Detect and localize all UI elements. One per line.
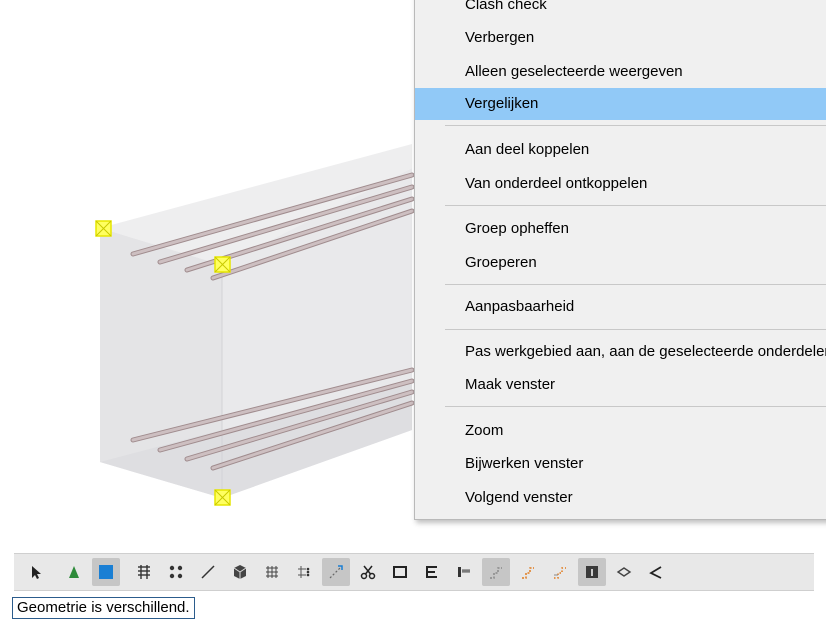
menu-separator [445, 329, 826, 330]
menu-item-alleen-geselecteerde[interactable]: Alleen geselecteerde weergeven [415, 56, 826, 88]
menu-item-groeperen[interactable]: Groeperen [415, 247, 826, 279]
layers-icon[interactable] [610, 558, 638, 586]
step-orange-icon[interactable] [514, 558, 542, 586]
menu-item-aanpasbaarheid[interactable]: Aanpasbaarheid [415, 291, 826, 323]
mesh-icon[interactable] [258, 558, 286, 586]
selection-handle-2-icon [214, 256, 231, 273]
menu-item-aan-deel-koppelen[interactable]: Aan deel koppelen [415, 134, 826, 166]
scissors-icon[interactable] [354, 558, 382, 586]
menu-item-verbergen[interactable]: Verbergen [415, 22, 826, 54]
green-triangle-icon[interactable] [60, 558, 88, 586]
menu-item-pas-werkgebied-aan[interactable]: Pas werkgebied aan, aan de geselecteerde… [415, 336, 826, 368]
menu-item-vergelijken[interactable]: Vergelijken [415, 88, 826, 120]
line-icon[interactable] [194, 558, 222, 586]
step-gray-icon[interactable] [482, 558, 510, 586]
menu-separator [445, 406, 826, 407]
mesh-points-icon[interactable] [290, 558, 318, 586]
grid-points-icon[interactable] [162, 558, 190, 586]
menu-item-zoom[interactable]: Zoom [415, 415, 826, 447]
rebar-group-icon[interactable] [130, 558, 158, 586]
menu-item-clash-check[interactable]: Clash check [415, 0, 826, 21]
menu-separator [445, 205, 826, 206]
menu-item-ontkoppelen[interactable]: Van onderdeel ontkoppelen [415, 168, 826, 200]
selection-handle-1-icon [95, 220, 112, 237]
menu-separator [445, 284, 826, 285]
status-message: Geometrie is verschillend. [12, 597, 195, 619]
menu-separator [445, 125, 826, 126]
menu-item-volgend-venster[interactable]: Volgend venster [415, 482, 826, 514]
menu-item-maak-venster[interactable]: Maak venster [415, 369, 826, 401]
snap-icon[interactable] [322, 558, 350, 586]
selection-toolbar [14, 553, 814, 591]
rectangle-icon[interactable] [386, 558, 414, 586]
angle-icon[interactable] [642, 558, 670, 586]
selection-handle-3-icon [214, 489, 231, 506]
comb-icon[interactable] [450, 558, 478, 586]
panel-icon[interactable] [578, 558, 606, 586]
part-cube-icon[interactable] [226, 558, 254, 586]
bracket-icon[interactable] [418, 558, 446, 586]
menu-item-bijwerken-venster[interactable]: Bijwerken venster [415, 448, 826, 480]
blue-square-icon[interactable] [92, 558, 120, 586]
menu-item-groep-opheffen[interactable]: Groep opheffen [415, 213, 826, 245]
pointer-icon[interactable] [22, 558, 50, 586]
step-orange-alt-icon[interactable] [546, 558, 574, 586]
context-menu: Clash check Verbergen Alleen geselecteer… [414, 0, 826, 520]
